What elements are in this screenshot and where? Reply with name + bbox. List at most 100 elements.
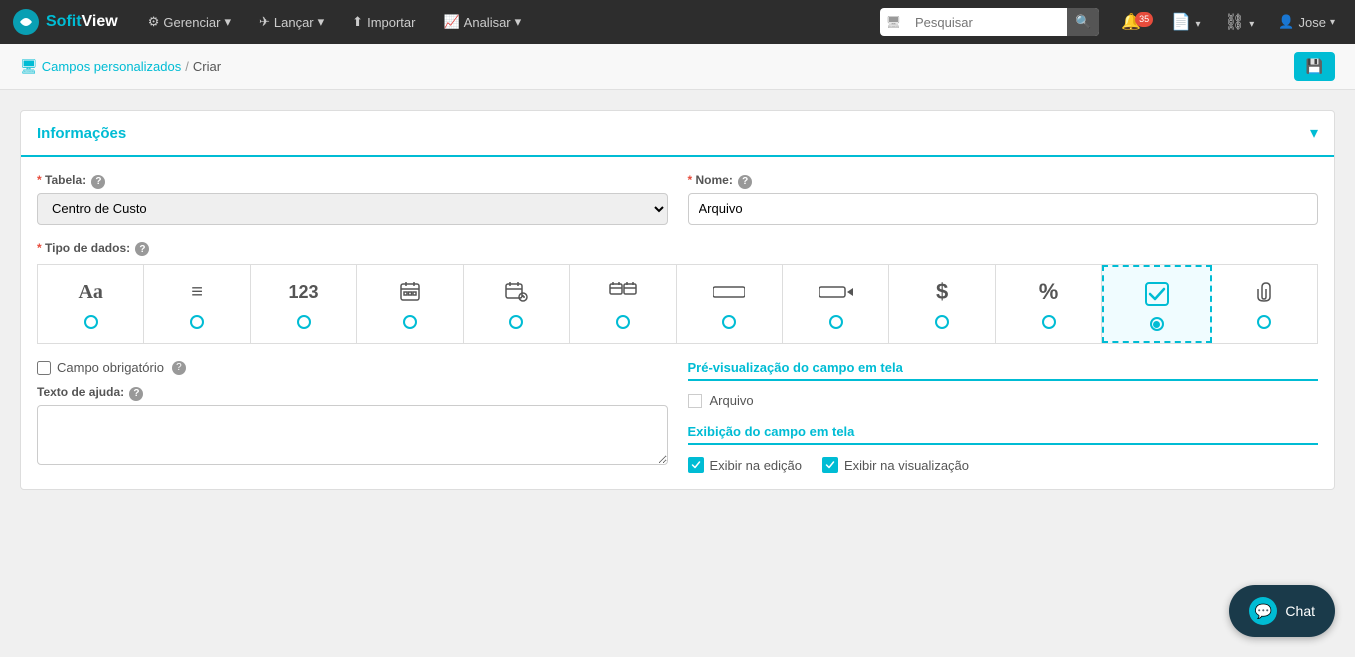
main-content: Informações ▾ * Tabela: ? Centro de Cust… xyxy=(0,90,1355,510)
data-type-input2[interactable] xyxy=(783,265,889,343)
input2-type-icon xyxy=(819,277,853,307)
tabela-select[interactable]: Centro de Custo xyxy=(37,193,668,225)
chat-icon: 💬 xyxy=(1249,597,1277,625)
document-button[interactable]: 📄 ▾ xyxy=(1163,12,1208,32)
tabela-group: * Tabela: ? Centro de Custo xyxy=(37,173,668,225)
user-menu[interactable]: 👤 Jose ▾ xyxy=(1270,14,1343,30)
data-type-number[interactable]: 123 xyxy=(251,265,357,343)
multiline-radio[interactable] xyxy=(190,315,204,329)
search-input[interactable] xyxy=(907,8,1067,36)
percent-type-icon: % xyxy=(1039,277,1059,307)
texto-ajuda-label: Texto de ajuda: ? xyxy=(37,385,668,401)
display-options: Exibir na edição Exibir na visualização xyxy=(688,457,1319,473)
campo-obrigatorio-label: Campo obrigatório xyxy=(57,360,164,375)
left-section: Campo obrigatório ? Texto de ajuda: ? xyxy=(37,360,668,473)
display-option-visualizacao: Exibir na visualização xyxy=(822,457,969,473)
tabela-label: * Tabela: ? xyxy=(37,173,668,189)
tabela-help-icon[interactable]: ? xyxy=(91,175,105,189)
notifications-button[interactable]: 🔔 35 xyxy=(1107,12,1155,32)
nav-importar[interactable]: ⬆ Importar xyxy=(342,0,425,44)
collapse-icon[interactable]: ▾ xyxy=(1310,123,1318,143)
input2-radio[interactable] xyxy=(829,315,843,329)
display-option-edicao: Exibir na edição xyxy=(688,457,803,473)
texto-ajuda-help-icon[interactable]: ? xyxy=(129,387,143,401)
nav-gerenciar[interactable]: ⚙ Gerenciar ▾ xyxy=(138,0,241,44)
chat-button[interactable]: 💬 Chat xyxy=(1229,585,1335,637)
currency-type-icon: $ xyxy=(936,277,948,307)
data-type-input[interactable] xyxy=(677,265,783,343)
campo-obrigatorio-checkbox[interactable] xyxy=(37,361,51,375)
user-icon: 👤 xyxy=(1278,14,1294,30)
data-type-currency[interactable]: $ xyxy=(889,265,995,343)
text-type-icon: Aa xyxy=(78,277,102,307)
breadcrumb-separator: / xyxy=(185,59,189,74)
brand-name: SofitView xyxy=(46,13,118,31)
launch-icon: ✈ xyxy=(259,14,270,30)
display-edicao-checkbox[interactable] xyxy=(688,457,704,473)
campo-obrigatorio-help-icon[interactable]: ? xyxy=(172,361,186,375)
connections-button[interactable]: ⛓ ▾ xyxy=(1217,12,1263,32)
chat-label: Chat xyxy=(1285,603,1315,619)
date-radio[interactable] xyxy=(403,315,417,329)
data-type-datetime[interactable] xyxy=(464,265,570,343)
data-type-percent[interactable]: % xyxy=(996,265,1102,343)
chevron-down-icon: ▾ xyxy=(318,14,325,30)
navbar: SofitView ⚙ Gerenciar ▾ ✈ Lançar ▾ ⬆ Imp… xyxy=(0,0,1355,44)
multiline-type-icon: ≡ xyxy=(191,277,203,307)
text-radio[interactable] xyxy=(84,315,98,329)
breadcrumb-parent-link[interactable]: Campos personalizados xyxy=(42,59,181,74)
nome-help-icon[interactable]: ? xyxy=(738,175,752,189)
screen-icon: 🖥 xyxy=(20,58,38,75)
nome-group: * Nome: ? xyxy=(688,173,1319,225)
card-body: * Tabela: ? Centro de Custo * Nome: ? xyxy=(21,157,1334,489)
tipo-dados-help-icon[interactable]: ? xyxy=(135,242,149,256)
data-type-attachment[interactable] xyxy=(1212,265,1317,343)
date-type-icon xyxy=(398,277,422,307)
breadcrumb-current: Criar xyxy=(193,59,221,74)
network-icon: ⛓ xyxy=(1225,14,1245,31)
chart-icon: 📈 xyxy=(443,14,459,30)
display-visualizacao-checkbox[interactable] xyxy=(822,457,838,473)
notifications-badge: 35 xyxy=(1135,12,1153,27)
attachment-type-icon xyxy=(1254,277,1274,307)
gear-icon: ⚙ xyxy=(148,14,160,30)
percent-radio[interactable] xyxy=(1042,315,1056,329)
data-type-date[interactable] xyxy=(357,265,463,343)
number-radio[interactable] xyxy=(297,315,311,329)
bottom-row: Campo obrigatório ? Texto de ajuda: ? Pr… xyxy=(37,360,1318,473)
data-type-text[interactable]: Aa xyxy=(38,265,144,343)
nav-analisar[interactable]: 📈 Analisar ▾ xyxy=(433,0,531,44)
preview-checkbox xyxy=(688,394,702,408)
checkbox-radio[interactable] xyxy=(1150,317,1164,331)
nav-lancar[interactable]: ✈ Lançar ▾ xyxy=(249,0,334,44)
attachment-radio[interactable] xyxy=(1257,315,1271,329)
texto-ajuda-textarea[interactable] xyxy=(37,405,668,465)
data-type-daterange[interactable] xyxy=(570,265,676,343)
tipo-dados-section: * Tipo de dados: ? Aa ≡ xyxy=(37,241,1318,345)
chevron-down-icon: ▾ xyxy=(1195,19,1200,30)
informacoes-card: Informações ▾ * Tabela: ? Centro de Cust… xyxy=(20,110,1335,490)
input-radio[interactable] xyxy=(722,315,736,329)
daterange-radio[interactable] xyxy=(616,315,630,329)
save-button[interactable]: 💾 xyxy=(1294,52,1335,81)
breadcrumb-bar: 🖥 Campos personalizados / Criar 💾 xyxy=(0,44,1355,90)
chevron-down-icon: ▾ xyxy=(1249,19,1254,30)
brand-logo-icon xyxy=(12,8,40,36)
data-type-checkbox[interactable] xyxy=(1102,265,1211,343)
chevron-down-icon: ▾ xyxy=(1330,17,1335,28)
currency-radio[interactable] xyxy=(935,315,949,329)
data-type-multiline[interactable]: ≡ xyxy=(144,265,250,343)
card-header: Informações ▾ xyxy=(21,111,1334,157)
chevron-down-icon: ▾ xyxy=(224,14,231,30)
tipo-dados-label: * Tipo de dados: ? xyxy=(37,241,1318,257)
nome-input[interactable] xyxy=(688,193,1319,225)
datetime-radio[interactable] xyxy=(509,315,523,329)
card-title: Informações xyxy=(37,125,126,142)
brand: SofitView xyxy=(12,8,118,36)
datetime-type-icon xyxy=(504,277,528,307)
search-icon: 🖥 xyxy=(880,15,907,29)
search-button[interactable]: 🔍 xyxy=(1067,8,1099,36)
preview-field-label: Arquivo xyxy=(710,393,754,408)
daterange-type-icon xyxy=(609,277,637,307)
document-icon: 📄 xyxy=(1171,14,1191,31)
